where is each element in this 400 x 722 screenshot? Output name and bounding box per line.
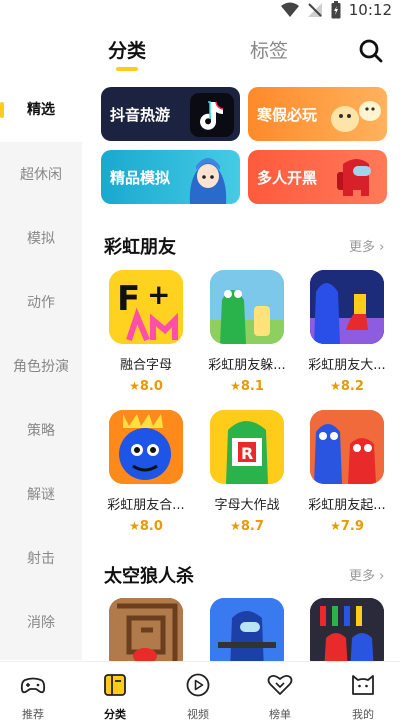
svg-text:+: + <box>147 278 170 311</box>
game-icon-maze <box>109 598 183 661</box>
game-icon-rainbow-merge <box>109 410 183 484</box>
game-icon-rainbow-big <box>310 270 384 344</box>
game-rating: ★8.2 <box>330 379 364 394</box>
star-icon: ★ <box>330 519 341 533</box>
battery-icon <box>331 1 341 19</box>
game-rating: ★8.7 <box>230 519 264 534</box>
game-rating: ★7.9 <box>330 519 364 534</box>
tiktok-logo-icon <box>190 93 234 137</box>
cartoon-characters-icon <box>331 101 381 132</box>
tab-category[interactable]: 分类 <box>108 36 147 71</box>
nav-label: 榜单 <box>269 708 291 721</box>
game-icon-rainbow-hide <box>210 270 284 344</box>
section-title-space-werewolf: 太空狼人杀 <box>104 566 194 587</box>
game-icon-letter-battle: R <box>210 410 284 484</box>
no-signal-icon <box>307 3 322 17</box>
more-label: 更多 <box>349 240 376 255</box>
game-card[interactable]: F + 融合字母 ★8.0 <box>102 270 190 394</box>
section-more-link[interactable]: 更多 › <box>349 236 384 255</box>
nav-label: 我的 <box>352 708 374 721</box>
status-time: 10:12 <box>348 1 392 19</box>
game-name: 字母大作战 <box>214 498 280 513</box>
rank-heart-icon <box>267 674 293 695</box>
sidebar-item-shooter[interactable]: 射击 <box>0 548 82 568</box>
nav-item-mine[interactable]: 我的 <box>323 662 400 722</box>
gamepad-icon <box>20 677 46 694</box>
status-icons: 10:12 <box>280 1 392 19</box>
star-icon: ★ <box>230 379 241 393</box>
game-icon-crewmate-run <box>310 598 384 661</box>
game-name: 融合字母 <box>119 358 172 373</box>
tab-tags[interactable]: 标签 <box>250 36 288 63</box>
sidebar-item-roleplay[interactable]: 角色扮演 <box>0 356 82 376</box>
section-more-link[interactable]: 更多 › <box>349 565 384 584</box>
play-icon <box>186 673 210 697</box>
banner-winter-must-play[interactable]: 寒假必玩 <box>248 87 387 141</box>
tab-active-indicator <box>116 67 138 71</box>
game-icon-letter-merge: F + <box>109 270 183 344</box>
tab-category-label: 分类 <box>108 40 147 62</box>
chevron-right-icon: › <box>379 240 385 255</box>
star-icon: ★ <box>230 519 241 533</box>
nav-item-category[interactable]: 分类 <box>75 662 155 722</box>
banner-label: 寒假必玩 <box>257 106 318 124</box>
game-name: 彩虹朋友大... <box>308 358 386 373</box>
anime-girl-icon <box>189 158 227 204</box>
banner-premium-sim[interactable]: 精品模拟 <box>101 150 240 204</box>
nav-label: 推荐 <box>22 708 44 721</box>
game-card[interactable] <box>102 598 190 661</box>
game-name: 彩虹朋友躲... <box>208 358 286 373</box>
game-card[interactable] <box>203 598 291 661</box>
chevron-right-icon: › <box>379 569 385 584</box>
game-icon-rainbow-rise <box>310 410 384 484</box>
search-icon[interactable] <box>358 38 384 64</box>
game-rating: ★8.0 <box>129 379 163 394</box>
star-icon: ★ <box>129 379 140 393</box>
sidebar-item-label: 精选 <box>27 102 55 118</box>
game-card[interactable]: 彩虹朋友躲... ★8.1 <box>203 270 291 394</box>
star-icon: ★ <box>129 519 140 533</box>
section-title-rainbow-friends: 彩虹朋友 <box>104 237 176 258</box>
status-bar: 10:12 <box>0 0 400 22</box>
game-card[interactable]: R 字母大作战 ★8.7 <box>203 410 291 534</box>
game-card[interactable]: 彩虹朋友大... ★8.2 <box>303 270 391 394</box>
game-rating: ★8.1 <box>230 379 264 394</box>
category-icon <box>104 674 126 696</box>
bottom-nav: 推荐 分类 视频 榜单 我的 <box>0 661 400 722</box>
more-label: 更多 <box>349 569 376 584</box>
sidebar-item-match[interactable]: 消除 <box>0 612 82 632</box>
top-tabs: 分类 标签 <box>0 36 400 76</box>
game-card[interactable] <box>303 598 391 661</box>
banner-label: 抖音热游 <box>110 106 171 124</box>
sidebar-item-strategy[interactable]: 策略 <box>0 420 82 440</box>
nav-item-recommend[interactable]: 推荐 <box>0 662 73 722</box>
game-name: 彩虹朋友合... <box>107 498 185 513</box>
star-icon: ★ <box>330 379 341 393</box>
cat-face-icon <box>352 675 374 695</box>
nav-item-ranking[interactable]: 榜单 <box>240 662 320 722</box>
sidebar-item-puzzle[interactable]: 解谜 <box>0 484 82 504</box>
among-us-icon <box>337 159 371 196</box>
banner-douyin-hot[interactable]: 抖音热游 <box>101 87 240 141</box>
banner-label: 精品模拟 <box>110 169 171 187</box>
wifi-icon <box>280 2 299 17</box>
nav-label: 分类 <box>104 708 126 721</box>
game-icon-impostor-shooter <box>210 598 284 661</box>
sidebar-item-featured[interactable]: 精选 <box>0 78 82 142</box>
game-card[interactable]: 彩虹朋友合... ★8.0 <box>102 410 190 534</box>
game-name: 彩虹朋友起... <box>308 498 386 513</box>
sidebar-item-action[interactable]: 动作 <box>0 292 82 312</box>
nav-label: 视频 <box>187 708 209 721</box>
sidebar-active-indicator <box>0 102 4 118</box>
game-card[interactable]: 彩虹朋友起... ★7.9 <box>303 410 391 534</box>
banner-label: 多人开黑 <box>257 169 318 187</box>
nav-item-video[interactable]: 视频 <box>158 662 238 722</box>
category-sidebar: 精选 超休闲 模拟 动作 角色扮演 策略 解谜 射击 消除 <box>0 78 82 660</box>
svg-text:R: R <box>241 444 253 463</box>
banner-multiplayer[interactable]: 多人开黑 <box>248 150 387 204</box>
game-rating: ★8.0 <box>129 519 163 534</box>
sidebar-item-casual[interactable]: 超休闲 <box>0 164 82 184</box>
sidebar-item-simulation[interactable]: 模拟 <box>0 228 82 248</box>
